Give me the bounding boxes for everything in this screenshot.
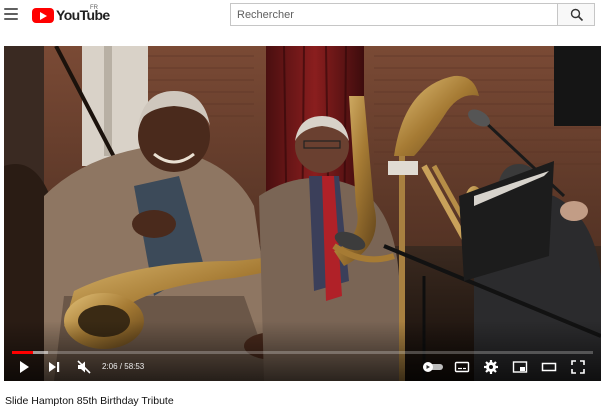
search-input[interactable]: Rechercher [230, 3, 558, 26]
muted-volume-icon[interactable] [76, 359, 92, 375]
settings-icon[interactable] [483, 359, 499, 375]
logo-text: YouTube [56, 7, 110, 23]
masthead: YouTube FR Rechercher [0, 0, 605, 30]
search-button[interactable] [557, 3, 595, 26]
theater-mode-icon[interactable] [541, 359, 557, 375]
search-placeholder: Rechercher [237, 9, 294, 21]
subtitles-icon[interactable] [454, 359, 470, 375]
video-title: Slide Hampton 85th Birthday Tribute [5, 395, 174, 407]
region-code: FR [90, 5, 98, 11]
next-icon[interactable] [46, 359, 62, 375]
autoplay-toggle-icon[interactable] [422, 359, 444, 375]
fullscreen-icon[interactable] [570, 359, 586, 375]
progress-bar[interactable] [12, 351, 593, 354]
video-player[interactable]: 2:06 / 58:53 [4, 46, 601, 381]
time-display: 2:06 / 58:53 [102, 362, 145, 371]
youtube-logo-icon [32, 7, 54, 23]
miniplayer-icon[interactable] [512, 359, 528, 375]
play-icon[interactable] [16, 359, 32, 375]
menu-icon[interactable] [4, 8, 18, 20]
search-icon [570, 8, 584, 22]
progress-played [12, 351, 33, 354]
